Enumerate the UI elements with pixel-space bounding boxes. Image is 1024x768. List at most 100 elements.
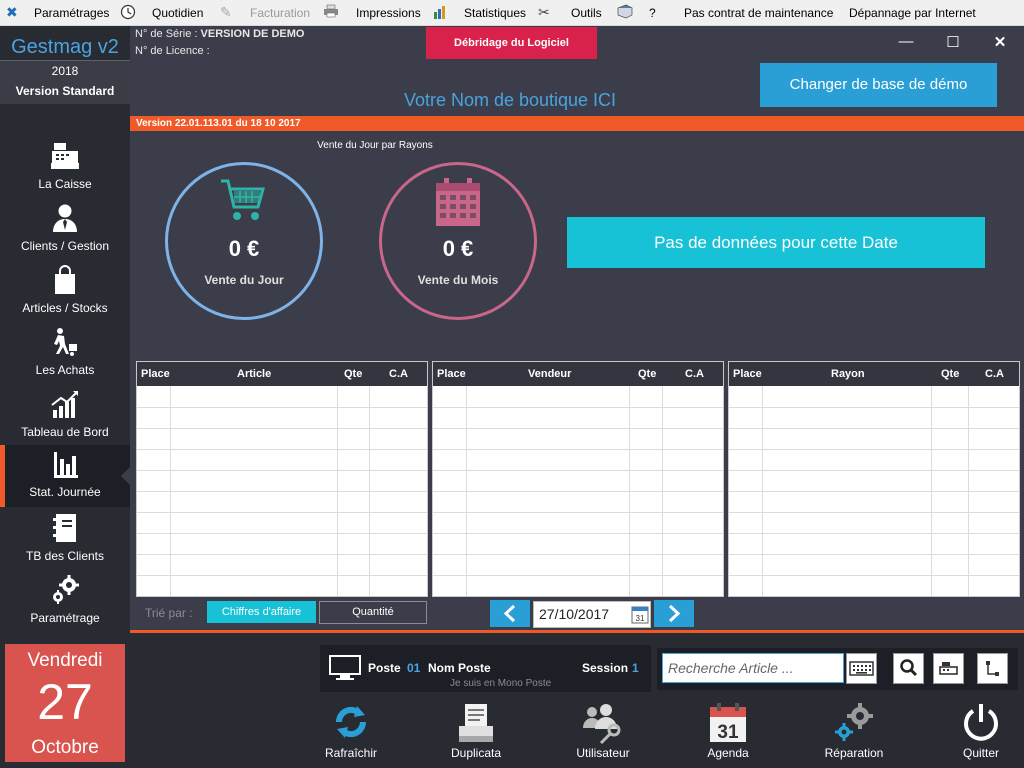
poste-label: Poste <box>368 661 401 675</box>
month-sales-value: 0 € <box>442 236 474 261</box>
grid-col-line <box>369 386 370 596</box>
search-button[interactable] <box>893 653 924 684</box>
menu-facturation[interactable]: Facturation <box>250 6 310 20</box>
grid-row-line <box>137 491 427 492</box>
sidebar-item-parametrage[interactable]: Paramétrage <box>0 571 130 633</box>
user-button[interactable]: Utilisateur <box>548 700 658 764</box>
grid-row-line <box>433 533 723 534</box>
next-date-button[interactable] <box>654 600 694 627</box>
col-ca[interactable]: C.A <box>389 368 408 380</box>
calendar-icon <box>436 178 480 226</box>
sidebar-item-les-achats[interactable]: Les Achats <box>0 323 130 385</box>
sidebar-item-tb-des-clients[interactable]: TB des Clients <box>0 509 130 571</box>
col-place[interactable]: Place <box>437 368 466 380</box>
col-vendeur[interactable]: Vendeur <box>528 368 571 380</box>
register-icon <box>939 662 958 675</box>
search-article-input[interactable]: Recherche Article ... <box>662 653 844 683</box>
sidebar-item-clients-gestion[interactable]: Clients / Gestion <box>0 199 130 261</box>
grid-row-line <box>433 554 723 555</box>
app-year: 2018 <box>51 64 79 78</box>
day-sales-label: Vente du Jour <box>204 273 284 287</box>
col-qte[interactable]: Qte <box>941 368 959 380</box>
maximize-button[interactable]: ☐ <box>943 33 963 51</box>
sidebar-item-stat-journee[interactable]: Stat. Journée <box>0 445 130 507</box>
chevron-right-icon <box>668 604 681 623</box>
sidebar-item-la-caisse[interactable]: La Caisse <box>0 137 130 199</box>
cash-drawer-button[interactable] <box>933 653 964 684</box>
calendar-picker-icon[interactable]: 31 <box>631 605 649 624</box>
grid-col-line <box>170 386 171 596</box>
grid-row-line <box>729 554 1019 555</box>
wrench-icon: ✂ <box>538 4 550 20</box>
menu-maintenance[interactable]: Pas contrat de maintenance <box>684 6 833 20</box>
col-rayon[interactable]: Rayon <box>831 368 865 380</box>
date-widget: Vendredi 27 Octobre <box>5 644 125 762</box>
grid-row-line <box>433 575 723 576</box>
grid-row-line <box>433 449 723 450</box>
printer-icon <box>322 4 340 21</box>
col-article[interactable]: Article <box>237 368 271 380</box>
no-data-banner: Pas de données pour cette Date <box>567 217 985 268</box>
col-place[interactable]: Place <box>733 368 762 380</box>
grid-row-line <box>137 554 427 555</box>
quit-button[interactable]: Quitter <box>926 700 1024 764</box>
poste-number: 01 <box>407 661 421 675</box>
col-ca[interactable]: C.A <box>985 368 1004 380</box>
brand-version-box: 2018 Version Standard <box>0 60 130 104</box>
col-qte[interactable]: Qte <box>344 368 362 380</box>
menu-statistiques[interactable]: Statistiques <box>464 6 526 20</box>
sidebar-item-articles-stocks[interactable]: Articles / Stocks <box>0 261 130 323</box>
chevron-left-icon <box>503 604 516 623</box>
month-name: Octobre <box>31 737 99 758</box>
menu-parametrages[interactable]: Paramétrages <box>34 6 109 20</box>
table-header: Place Vendeur Qte C.A <box>433 362 723 386</box>
menu-impressions[interactable]: Impressions <box>356 6 421 20</box>
brand-block: Gestmag v2 2018 Version Standard <box>0 26 130 104</box>
grid-col-line <box>762 386 763 596</box>
previous-date-button[interactable] <box>490 600 530 627</box>
month-sales-label: Vente du Mois <box>417 273 499 287</box>
grid-col-line <box>931 386 932 596</box>
date-value: 27/10/2017 <box>539 606 610 622</box>
refresh-button[interactable]: Rafraîchir <box>296 700 406 764</box>
menu-outils[interactable]: Outils <box>571 6 602 20</box>
user-icon <box>53 204 77 232</box>
table-grid <box>137 386 427 596</box>
agenda-button[interactable]: 31 Agenda <box>673 700 783 764</box>
date-input[interactable]: 27/10/2017 31 <box>533 601 651 628</box>
help-book-icon <box>616 4 634 23</box>
poste-name-label: Nom Poste <box>428 661 491 675</box>
sidebar-item-label: Stat. Journée <box>29 485 101 499</box>
vendor-table[interactable]: Place Vendeur Qte C.A <box>432 361 724 597</box>
col-qte[interactable]: Qte <box>638 368 656 380</box>
sidebar-item-tableau-de-bord[interactable]: Tableau de Bord <box>0 385 130 447</box>
calendar-picker-day: 31 <box>636 614 645 623</box>
sort-by-quantity-button[interactable]: Quantité <box>319 601 427 624</box>
menu-depannage[interactable]: Dépannage par Internet <box>849 6 976 20</box>
col-ca[interactable]: C.A <box>685 368 704 380</box>
grid-row-line <box>729 407 1019 408</box>
sidebar-item-label: Clients / Gestion <box>20 239 110 253</box>
day-name: Vendredi <box>27 650 103 671</box>
keyboard-button[interactable] <box>846 653 877 684</box>
grid-row-line <box>729 470 1019 471</box>
change-demo-base-button[interactable]: Changer de base de démo <box>760 63 997 107</box>
article-table[interactable]: Place Article Qte C.A <box>136 361 428 597</box>
grid-col-line <box>662 386 663 596</box>
close-button[interactable]: ✕ <box>990 33 1010 51</box>
users-key-icon <box>583 704 621 744</box>
menu-quotidien[interactable]: Quotidien <box>152 6 203 20</box>
grid-row-line <box>729 512 1019 513</box>
sort-by-revenue-button[interactable]: Chiffres d'affaire <box>207 601 316 623</box>
refresh-label: Rafraîchir <box>324 746 377 760</box>
grid-row-line <box>137 533 427 534</box>
menu-help[interactable]: ? <box>649 6 656 20</box>
unlock-software-button[interactable]: Débridage du Logiciel <box>426 27 597 59</box>
repair-button[interactable]: Réparation <box>799 700 909 764</box>
minimize-button[interactable]: — <box>896 33 916 51</box>
department-table[interactable]: Place Rayon Qte C.A <box>728 361 1020 597</box>
col-place[interactable]: Place <box>141 368 170 380</box>
shopping-bag-icon <box>55 265 75 294</box>
network-button[interactable] <box>977 653 1008 684</box>
duplicate-button[interactable]: Duplicata <box>421 700 531 764</box>
